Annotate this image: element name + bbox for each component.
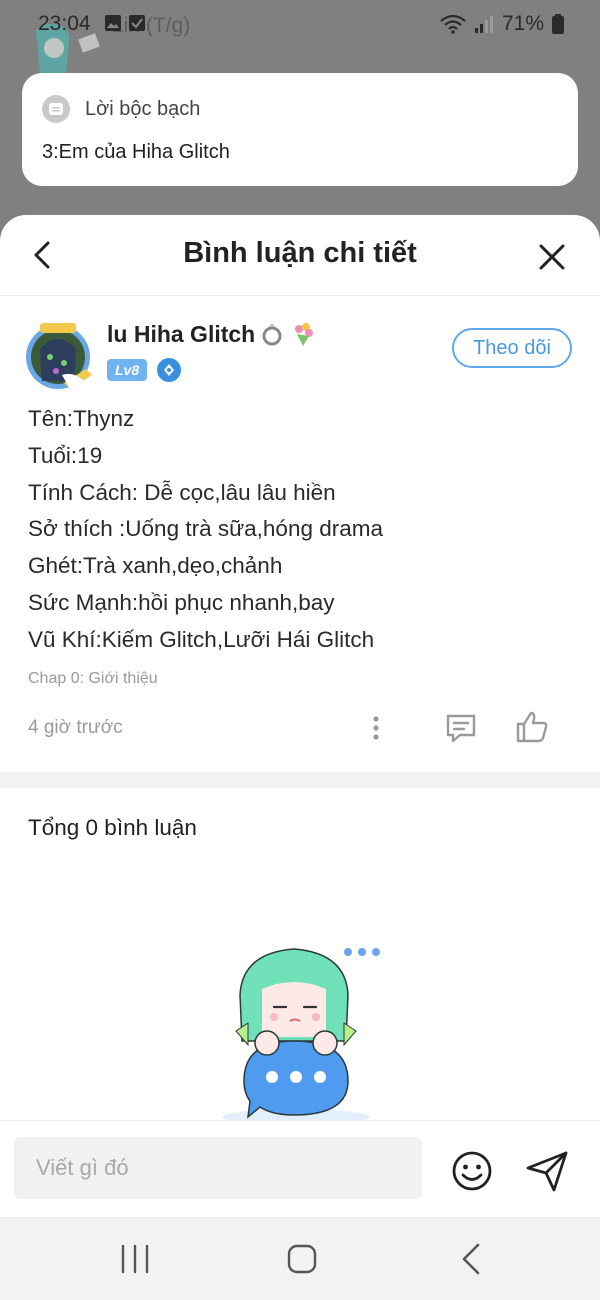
thumbs-up-icon [516, 711, 548, 743]
close-button[interactable] [532, 237, 572, 277]
bouquet-icon [295, 323, 314, 346]
wifi-icon [440, 14, 466, 34]
like-button[interactable] [514, 709, 550, 745]
system-navigation-bar [0, 1217, 600, 1300]
status-notification-icons [104, 14, 146, 32]
smiley-icon [452, 1151, 492, 1191]
recent-apps-button[interactable] [120, 1243, 150, 1275]
author-badges: Lv8 [107, 358, 182, 382]
section-divider [0, 772, 600, 788]
sheet-title: Bình luận chi tiết [183, 237, 417, 269]
close-icon [539, 244, 565, 270]
comment-button[interactable] [444, 711, 478, 745]
post-line: Ghét:Trà xanh,dẹo,chảnh [28, 553, 283, 579]
status-time: 23:04 [38, 12, 91, 35]
ring-icon [262, 323, 282, 346]
comment-count: Tổng 0 bình luận [28, 815, 197, 840]
more-options-button[interactable] [364, 711, 388, 745]
post-line: Tên:Thynz [28, 406, 135, 431]
level-badge: Lv8 [107, 359, 148, 381]
comment-icon [446, 714, 476, 743]
status-bar: 23:04 71% [0, 0, 600, 50]
recent-apps-icon [121, 1244, 149, 1274]
empty-comments-mascot-icon [222, 945, 382, 1125]
signal-icon [474, 16, 493, 33]
chapter-link[interactable]: Chap 0: Giới thiệu [28, 670, 158, 688]
status-right: 71% [440, 12, 564, 36]
send-button[interactable] [524, 1148, 570, 1194]
author-name: lu Hiha Glitch [107, 320, 256, 347]
battery-percent: 71% [501, 12, 544, 35]
post-line: Vũ Khí:Kiếm Glitch,Lưỡi Hái Glitch [28, 626, 375, 652]
comment-input[interactable] [14, 1137, 422, 1199]
send-icon [526, 1151, 568, 1192]
home-icon [287, 1244, 317, 1274]
post-line: Sở thích :Uống trà sữa,hóng drama [28, 516, 384, 542]
system-back-button[interactable] [458, 1241, 484, 1277]
more-vertical-icon [373, 716, 379, 740]
post-line: Tính Cách: Dễ cọc,lâu lâu hiền [28, 479, 336, 505]
gallery-icon [105, 15, 121, 31]
emoji-button[interactable] [450, 1149, 494, 1193]
sheet-header: Bình luận chi tiết [0, 215, 600, 296]
chevron-left-icon [462, 1243, 480, 1275]
follow-button[interactable]: Theo dõi [452, 328, 572, 368]
notification-app-icon [42, 95, 70, 123]
post-timestamp: 4 giờ trước [28, 717, 123, 738]
battery-icon [552, 14, 564, 34]
checkbox-icon [129, 15, 145, 31]
post-line: Tuổi:19 [28, 442, 103, 468]
home-button[interactable] [286, 1243, 318, 1275]
comment-detail-sheet: Bình luận chi tiết lu Hiha Glitch Lv8 Th… [0, 215, 600, 1300]
notification-card[interactable]: Lời bộc bạch 3:Em của Hiha Glitch [22, 73, 578, 186]
author-name-row[interactable]: lu Hiha Glitch [107, 320, 317, 348]
notification-body: 3:Em của Hiha Glitch [42, 141, 230, 163]
post-line: Sức Mạnh:hồi phục nhanh,bay [28, 589, 335, 615]
notification-title: Lời bộc bạch [85, 98, 201, 120]
author-avatar[interactable] [22, 317, 98, 393]
writer-pen-icon [157, 358, 182, 382]
comment-input-bar [0, 1120, 600, 1213]
post-content: Tên:Thynz Tuổi:19 Tính Cách: Dễ cọc,lâu … [28, 401, 383, 659]
